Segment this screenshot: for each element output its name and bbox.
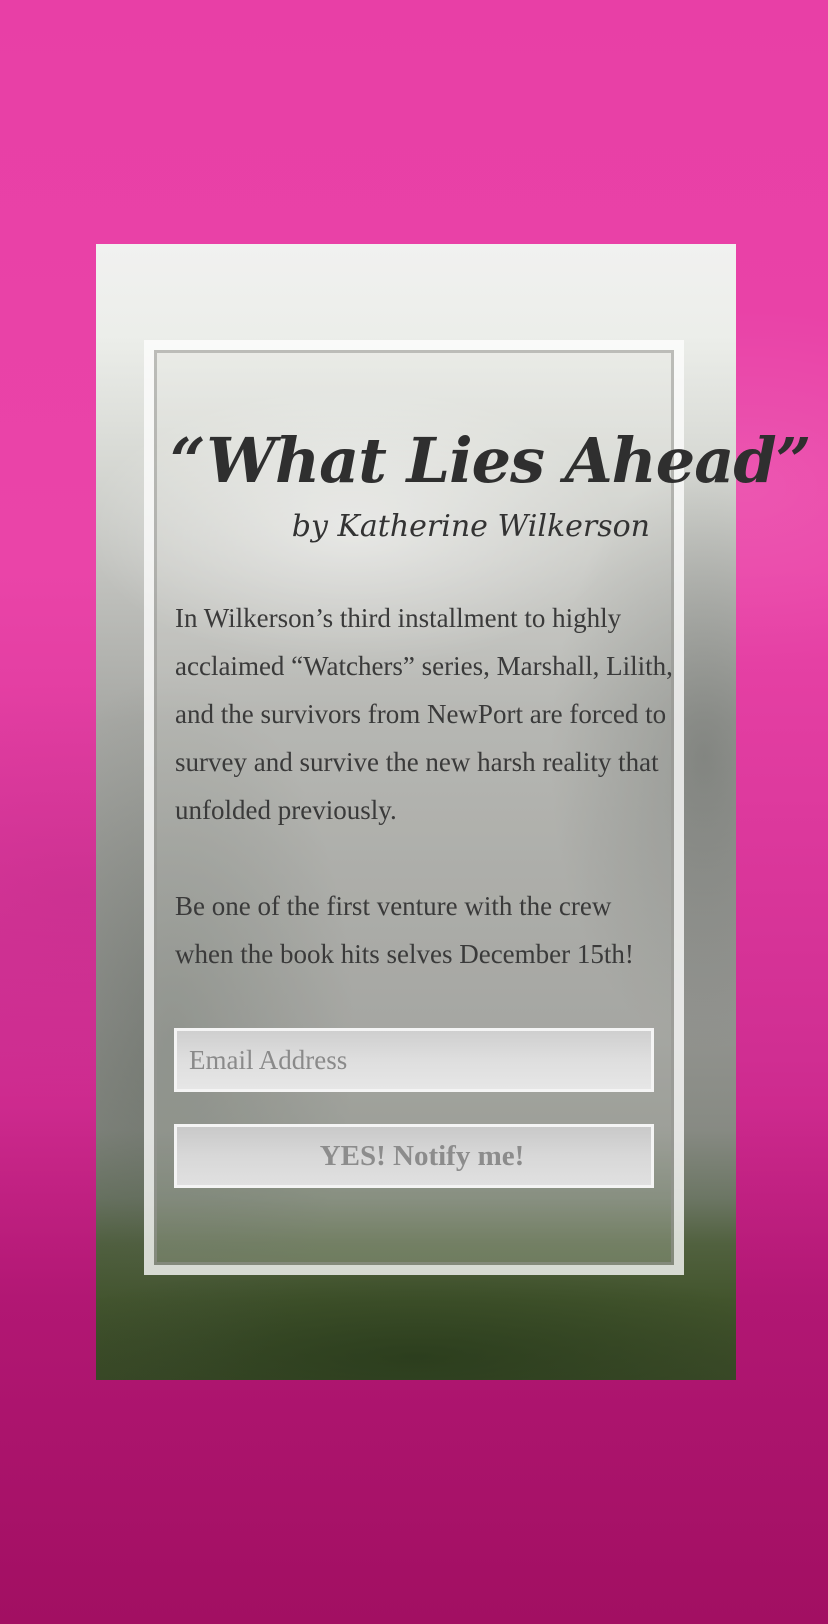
- email-input[interactable]: [174, 1028, 654, 1092]
- book-title: “What Lies Ahead”: [170, 424, 811, 497]
- release-paragraph: Be one of the first venture with the cre…: [175, 891, 634, 969]
- notify-me-button[interactable]: YES! Notify me!: [174, 1124, 654, 1188]
- book-author-byline: by Katherine Wilkerson: [291, 509, 650, 544]
- description-paragraph: In Wilkerson’s third installment to high…: [175, 603, 673, 825]
